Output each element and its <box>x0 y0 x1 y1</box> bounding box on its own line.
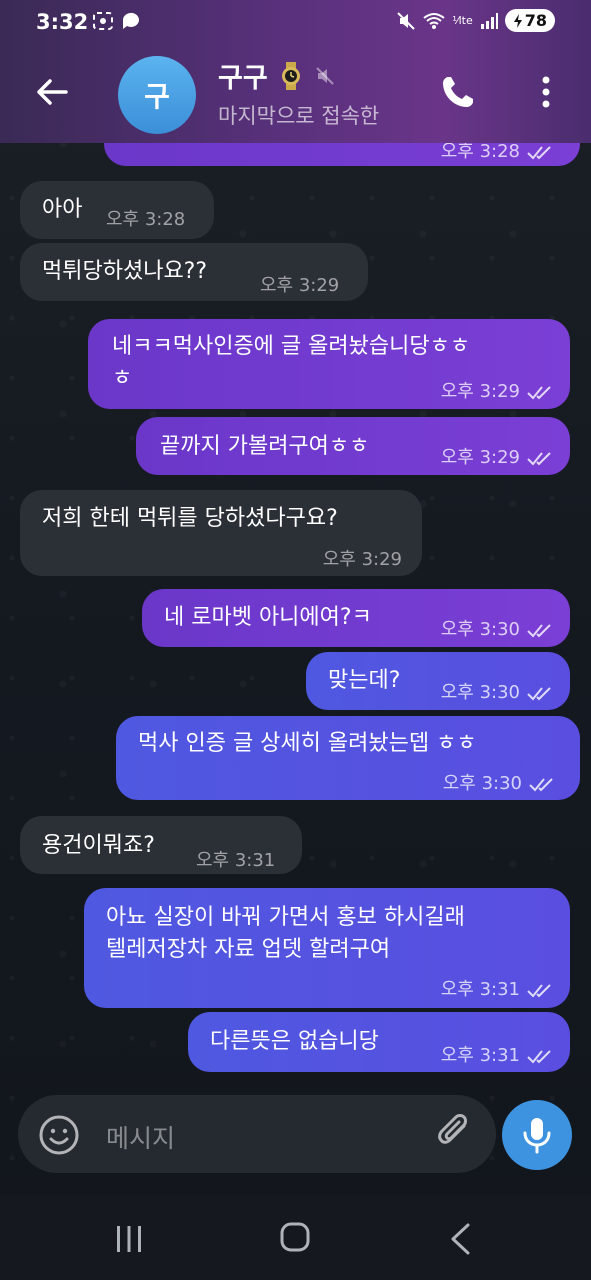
message-input[interactable]: 메시지 <box>106 1119 175 1155</box>
message-time: 오후 3:29 <box>322 549 402 570</box>
message-time: 오후 3:31 <box>440 1045 520 1066</box>
mute-icon <box>315 66 334 85</box>
status-time: 3:32 <box>36 10 89 34</box>
message-time: 오후 3:29 <box>440 381 520 402</box>
double-check-icon <box>529 778 553 792</box>
message-outgoing[interactable]: 네ㅋㅋ먹사인증에 글 올려놨습니당ㅎㅎ ㅎ 오후 3:29 <box>88 319 570 409</box>
message-meta: 오후 3:29 <box>441 442 554 474</box>
message-time: 오후 3:30 <box>440 619 520 640</box>
double-check-icon <box>527 386 551 400</box>
message-text-line2: 텔레저장차 자료 업뎃 할려구여 <box>106 937 391 962</box>
message-text: 끝까지 가볼려구여ㅎㅎ <box>160 434 370 459</box>
message-outgoing[interactable]: 먹사 인증 글 상세히 올려놨는뎁 ㅎㅎ 오후 3:30 <box>116 716 580 800</box>
home-icon[interactable] <box>279 1221 311 1253</box>
message-text: 네 로마벳 아니에여?ㅋ <box>164 605 372 630</box>
message-outgoing[interactable]: 아뇨 실장이 바꿔 가면서 홍보 하시길래 텔레저장차 자료 업뎃 할려구여 오… <box>84 888 570 1008</box>
avatar[interactable]: 구 <box>118 56 196 134</box>
avatar-letter: 구 <box>144 80 170 113</box>
paperclip-icon[interactable] <box>434 1112 476 1154</box>
message-meta: 오후 3:31 <box>441 974 554 1006</box>
message-meta: 오후 3:30 <box>441 677 554 709</box>
nav-back-icon[interactable] <box>448 1222 472 1256</box>
wifi-icon <box>423 12 445 29</box>
message-outgoing[interactable]: 끝까지 가볼려구여ㅎㅎ 오후 3:29 <box>136 417 570 475</box>
chat-header: 3:32 ⅟lte 78 구 구구 마지막으로 접속한 <box>0 0 591 143</box>
status-left-icons <box>92 11 142 31</box>
message-outgoing[interactable]: 맞는데? 오후 3:30 <box>306 652 570 710</box>
message-text: 다른뜻은 없습니당 <box>210 1029 379 1054</box>
message-meta: 오후 3:30 <box>441 614 554 646</box>
message-time: 오후 3:30 <box>442 773 522 794</box>
message-text: 저희 한테 먹튀를 당하셨다구요? <box>42 506 338 531</box>
message-incoming[interactable]: 저희 한테 먹튀를 당하셨다구요? 오후 3:29 <box>20 490 422 576</box>
contact-name: 구구 <box>218 63 268 94</box>
double-check-icon <box>527 624 551 638</box>
message-time: 오후 3:28 <box>106 209 186 230</box>
message-time: 오후 3:31 <box>196 850 276 871</box>
signal-icon <box>480 12 498 29</box>
status-bar: 3:32 ⅟lte 78 <box>0 0 591 44</box>
contact-name-row[interactable]: 구구 <box>218 56 336 95</box>
chat-bubble-icon <box>122 12 139 29</box>
message-text-line1: 아뇨 실장이 바꿔 가면서 홍보 하시길래 <box>106 905 465 930</box>
message-outgoing[interactable]: 네 로마벳 아니에여?ㅋ 오후 3:30 <box>142 589 570 647</box>
double-check-icon <box>527 984 551 998</box>
back-arrow-icon[interactable] <box>32 72 72 112</box>
message-time: 오후 3:30 <box>440 682 520 703</box>
message-meta: 오후 3:29 <box>441 376 554 408</box>
message-time: 오후 3:31 <box>440 979 520 1000</box>
message-text: 먹사 인증 글 상세히 올려놨는뎁 ㅎㅎ <box>138 731 477 756</box>
message-text-line1: 네ㅋㅋ먹사인증에 글 올려놨습니당ㅎㅎ <box>112 334 471 359</box>
message-text: 아아 <box>42 197 83 222</box>
message-text: 먹튀당하셨나요?? <box>42 259 208 284</box>
mic-button[interactable] <box>502 1100 572 1170</box>
watch-emoji-icon <box>281 61 300 90</box>
message-time: 오후 3:29 <box>440 447 520 468</box>
status-right-icons: ⅟lte 78 <box>396 9 555 32</box>
recent-apps-icon[interactable] <box>114 1224 144 1254</box>
mute-status-icon <box>397 11 416 30</box>
message-meta: 오후 3:30 <box>443 768 556 800</box>
message-text: 용건이뭐죠? <box>42 833 155 858</box>
more-vert-icon[interactable] <box>536 74 556 114</box>
message-outgoing[interactable]: 다른뜻은 없습니당 오후 3:31 <box>188 1012 570 1072</box>
message-time: 오후 3:29 <box>260 275 340 296</box>
message-text-line2: ㅎ <box>112 366 133 391</box>
message-composer[interactable] <box>18 1095 496 1173</box>
phone-icon[interactable] <box>440 74 476 110</box>
network-label: ⅟lte <box>452 14 473 27</box>
double-check-icon <box>527 1050 551 1064</box>
message-meta: 오후 3:31 <box>441 1040 554 1072</box>
charging-icon <box>513 13 522 28</box>
mic-icon <box>523 1118 551 1154</box>
message-incoming[interactable]: 먹튀당하셨나요?? 오후 3:29 <box>20 243 368 301</box>
message-incoming[interactable]: 아아 오후 3:28 <box>20 181 214 239</box>
emoji-icon[interactable] <box>38 1114 80 1156</box>
contact-status: 마지막으로 접속한 <box>218 104 380 128</box>
battery-indicator: 78 <box>504 9 555 32</box>
double-check-icon <box>527 146 551 160</box>
message-text: 맞는데? <box>328 668 401 693</box>
double-check-icon <box>527 452 551 466</box>
message-incoming[interactable]: 용건이뭐죠? 오후 3:31 <box>20 816 302 874</box>
battery-level: 78 <box>524 11 547 30</box>
screenshot-icon <box>93 12 113 30</box>
double-check-icon <box>527 687 551 701</box>
